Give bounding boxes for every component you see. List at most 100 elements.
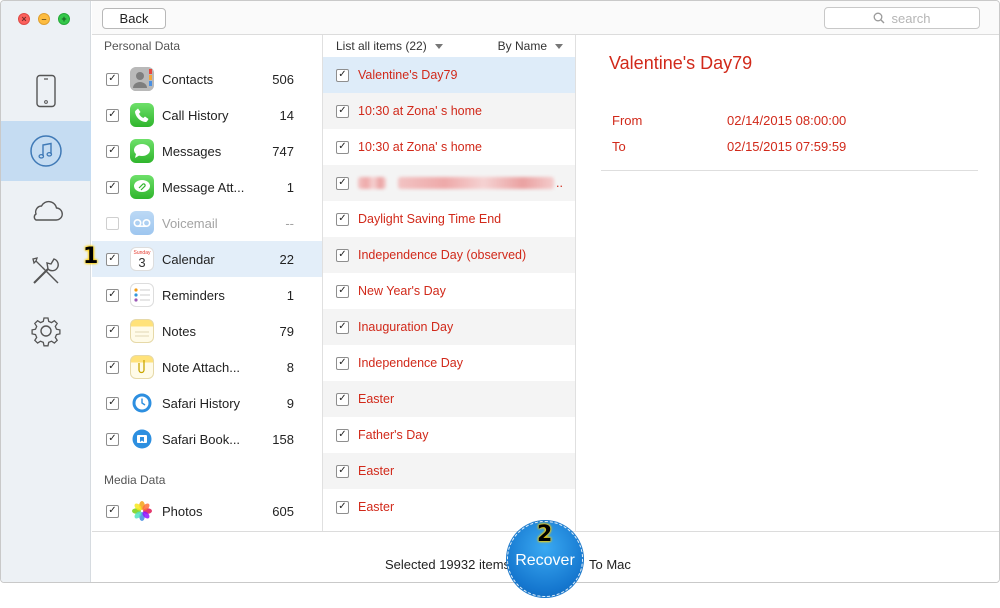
nav-itunes[interactable] [1, 121, 91, 181]
checkbox[interactable]: ✓ [336, 140, 349, 154]
category-label: Voicemail [162, 215, 218, 231]
category-count: 79 [279, 323, 294, 339]
list-item[interactable]: ✓ Easter [323, 489, 575, 525]
checkbox[interactable]: ✓ [106, 360, 119, 374]
messages-icon [130, 139, 154, 163]
list-filter-dropdown[interactable]: List all items (22) [336, 39, 443, 53]
category-reminders[interactable]: ✓ Reminders 1 [92, 277, 322, 313]
checkbox[interactable]: ✓ [106, 432, 119, 446]
checkbox[interactable]: ✓ [106, 144, 119, 158]
search-placeholder: search [891, 10, 931, 26]
checkbox[interactable]: ✓ [106, 180, 119, 194]
detail-pane: Valentine's Day79 From 02/14/2015 08:00:… [577, 35, 999, 531]
category-safari-bookmarks[interactable]: ✓ Safari Book... 158 [92, 421, 322, 457]
category-count: 14 [279, 107, 294, 123]
section-title-media: Media Data [104, 473, 166, 487]
list-item[interactable]: ✓ Daylight Saving Time End [323, 201, 575, 237]
back-button[interactable]: Back [102, 8, 166, 29]
checkbox[interactable]: ✓ [336, 356, 349, 370]
checkbox[interactable]: ✓ [336, 248, 349, 262]
category-label: Notes [162, 323, 196, 339]
checkbox[interactable] [106, 216, 119, 230]
checkbox[interactable]: ✓ [336, 464, 349, 478]
blurred-text [398, 177, 554, 189]
category-photos[interactable]: ✓ Photos 605 [92, 493, 322, 529]
list-item[interactable]: ✓ Inauguration Day [323, 309, 575, 345]
category-note-attachments[interactable]: ✓ Note Attach... 8 [92, 349, 322, 385]
window-controls: × – + [18, 13, 70, 25]
checkbox[interactable]: ✓ [336, 176, 349, 190]
checkbox[interactable]: ✓ [336, 104, 349, 118]
checkbox[interactable]: ✓ [106, 324, 119, 338]
sort-dropdown[interactable]: By Name [498, 39, 563, 53]
checkbox[interactable]: ✓ [106, 108, 119, 122]
calendar-icon: Sunday 3 [130, 247, 154, 271]
selected-count-text: Selected 19932 items [385, 557, 511, 572]
contacts-icon [130, 67, 154, 91]
list-item[interactable]: ✓ Independence Day (observed) [323, 237, 575, 273]
checkbox[interactable]: ✓ [336, 284, 349, 298]
checkbox[interactable]: ✓ [336, 428, 349, 442]
list-item[interactable]: ✓ Valentine's Day79 [323, 57, 575, 93]
checkbox[interactable]: ✓ [106, 288, 119, 302]
item-title: Easter [358, 392, 395, 406]
detail-title: Valentine's Day79 [609, 53, 753, 73]
checkbox[interactable]: ✓ [106, 396, 119, 410]
nav-settings[interactable] [1, 301, 91, 361]
item-title: Father's Day [358, 428, 429, 442]
search-input[interactable]: search [824, 7, 980, 29]
checkbox[interactable]: ✓ [336, 500, 349, 514]
music-icon [30, 135, 62, 167]
list-item[interactable]: ✓ .. [323, 165, 575, 201]
checkbox[interactable]: ✓ [336, 212, 349, 226]
list-item[interactable]: ✓ 10:30 at Zona' s home [323, 129, 575, 165]
category-count: 605 [272, 503, 294, 519]
category-count: 8 [286, 359, 294, 375]
list-item[interactable]: ✓ Father's Day [323, 417, 575, 453]
toolbar: Back search [92, 1, 999, 35]
category-calendar[interactable]: ✓ Sunday 3 Calendar 22 [92, 241, 322, 277]
close-window-button[interactable]: × [18, 13, 30, 25]
to-label: To [612, 139, 626, 154]
category-notes[interactable]: ✓ Notes 79 [92, 313, 322, 349]
step-badge-1: 1 [83, 244, 99, 269]
tools-icon [32, 257, 59, 284]
category-message-attachments[interactable]: ✓ Message Att... 1 [92, 169, 322, 205]
list-item[interactable]: ✓ Independence Day [323, 345, 575, 381]
safari-bookmark-icon [130, 427, 154, 451]
chevron-down-icon [555, 43, 563, 49]
minimize-window-button[interactable]: – [38, 13, 50, 25]
category-messages[interactable]: ✓ Messages 747 [92, 133, 322, 169]
sort-label: By Name [497, 39, 547, 53]
checkbox[interactable]: ✓ [106, 252, 119, 266]
list-item[interactable]: ✓ 10:30 at Zona' s home [323, 93, 575, 129]
category-contacts[interactable]: ✓ Contacts 506 [92, 61, 322, 97]
list-item[interactable]: ✓ Easter [323, 453, 575, 489]
reminders-icon [130, 283, 154, 307]
zoom-window-button[interactable]: + [58, 13, 70, 25]
safari-history-icon [130, 391, 154, 415]
item-title: Independence Day [358, 356, 463, 370]
list-item[interactable]: ✓ New Year's Day [323, 273, 575, 309]
phone-icon [36, 74, 56, 108]
nav-tools[interactable] [1, 241, 91, 301]
gear-icon [31, 317, 61, 347]
category-count: -- [285, 215, 294, 231]
item-title: New Year's Day [358, 284, 446, 298]
checkbox[interactable]: ✓ [336, 68, 349, 82]
category-call-history[interactable]: ✓ Call History 14 [92, 97, 322, 133]
category-label: Safari Book... [162, 431, 241, 447]
checkbox[interactable]: ✓ [106, 72, 119, 86]
message-attachment-icon [130, 175, 154, 199]
from-value: 02/14/2015 08:00:00 [727, 113, 847, 128]
category-label: Reminders [162, 287, 225, 303]
checkbox[interactable]: ✓ [336, 392, 349, 406]
nav-device[interactable] [1, 61, 91, 121]
checkbox[interactable]: ✓ [106, 504, 119, 518]
nav-icloud[interactable] [1, 181, 91, 241]
category-label: Calendar [162, 251, 215, 267]
category-voicemail[interactable]: Voicemail -- [92, 205, 322, 241]
checkbox[interactable]: ✓ [336, 320, 349, 334]
list-item[interactable]: ✓ Easter [323, 381, 575, 417]
category-safari-history[interactable]: ✓ Safari History 9 [92, 385, 322, 421]
